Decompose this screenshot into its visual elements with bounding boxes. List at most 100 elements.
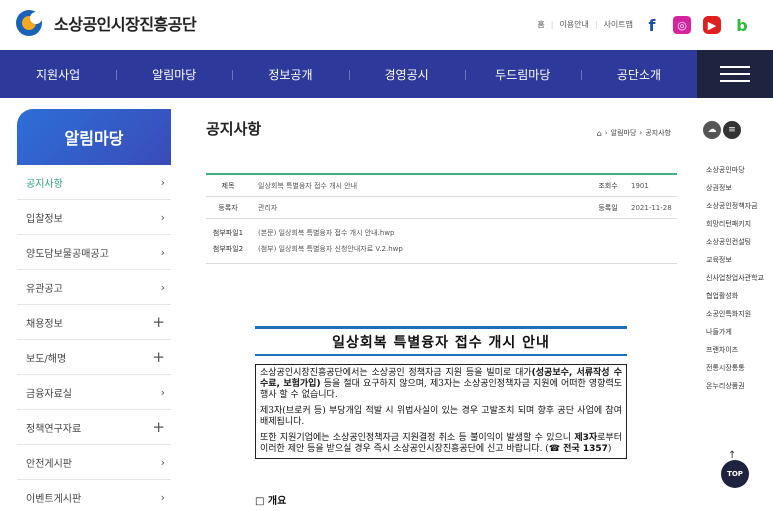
quick-menu-item[interactable]: 온누리상품권 — [706, 382, 773, 391]
instagram-icon[interactable]: ◎ — [673, 16, 691, 34]
menu-icon[interactable] — [697, 50, 773, 98]
chevron-right-icon: › — [160, 280, 165, 294]
chevron-right-icon: › — [160, 455, 165, 469]
quick-menu-item[interactable]: 프랜차이즈 — [706, 346, 773, 355]
quick-menu-item[interactable]: 상권정보 — [706, 184, 773, 193]
quick-menu-item[interactable]: 소공인특화지원 — [706, 310, 773, 319]
post-author: 관리자 — [258, 203, 278, 212]
plus-icon: + — [152, 348, 165, 366]
side-menu-item-label: 채용정보 — [26, 318, 63, 330]
side-menu-item-bid[interactable]: 입찰정보 › — [17, 200, 171, 235]
phone-number: ☎ 전국 1357 — [548, 444, 608, 454]
notice-body: 일상회복 특별융자 접수 개시 안내 소상공인시장진흥공단에서는 소상공인 정책… — [255, 326, 627, 459]
chevron-right-icon: › — [160, 490, 165, 504]
side-menu-item-finance[interactable]: 금융자료실 › — [17, 375, 171, 410]
side-menu-item-label: 양도담보물공매공고 — [26, 248, 109, 260]
plus-icon: + — [152, 418, 165, 436]
util-link-home[interactable]: 홈 — [537, 19, 544, 30]
chevron-right-icon: › — [160, 245, 165, 259]
post-title: 일상회복 특별융자 접수 개시 안내 — [258, 181, 358, 190]
attachments: 첨부파일1 (본문) 일상회복 특별융자 접수 개시 안내.hwp 첨부파일2 … — [206, 219, 677, 264]
nav-item-disclosure[interactable]: 정보공개 — [232, 50, 348, 98]
attachment-row: 첨부파일1 (본문) 일상회복 특별융자 접수 개시 안내.hwp — [206, 225, 677, 241]
facebook-icon[interactable]: f — [643, 16, 661, 35]
side-menu-item-label: 유관공고 — [26, 283, 63, 295]
attachment-label: 첨부파일2 — [212, 245, 244, 253]
quick-menu-header: ☁ ≡ — [697, 116, 773, 144]
side-menu-item-label: 금융자료실 — [26, 388, 72, 400]
title-label: 제목 — [221, 181, 235, 190]
side-menu-item-label: 보도/해명 — [26, 353, 67, 365]
quick-menu-list: 소상공인마당 상권정보 소상공인정책자금 희망리턴패키지 소상공인컨설팅 교육정… — [697, 166, 773, 391]
nav-item-notice[interactable]: 알림마당 — [116, 50, 232, 98]
nav-item-support[interactable]: 지원사업 — [0, 50, 116, 98]
attachment-row: 첨부파일2 (첨부) 일상회복 특별융자 신청안내자료 V.2.hwp — [206, 241, 677, 257]
top-header: 소상공인시장진흥공단 홈 | 이용안내 | 사이트맵 f ◎ ▶ b — [0, 0, 773, 50]
side-menu-item-label: 공지사항 — [26, 178, 63, 190]
quick-menu-item[interactable]: 소상공인마당 — [706, 166, 773, 175]
attachment-link[interactable]: (첨부) 일상회복 특별융자 신청안내자료 V.2.hwp — [250, 244, 403, 254]
notice-text: 소상공인시장진흥공단에서는 소상공인 정책자금 지원 등을 빌미로 대가 — [260, 368, 532, 378]
scroll-top-button[interactable]: TOP — [721, 460, 749, 488]
quick-menu-item[interactable]: 전통시장통통 — [706, 364, 773, 373]
side-menu: 알림마당 공지사항 › 입찰정보 › 양도담보물공매공고 › 유관공고 › 채용정보 + … — [17, 109, 171, 511]
chevron-right-icon: › — [160, 385, 165, 399]
notice-text: 제3자(브로커 등) 부당개입 적발 시 위법사실이 있는 경우 고발조치 되며… — [260, 406, 622, 427]
side-menu-item-notice[interactable]: 공지사항 › — [17, 165, 171, 200]
post-date: 2021-11-28 — [631, 203, 672, 212]
side-menu-item-press[interactable]: 보도/해명 + — [17, 340, 171, 375]
notice-text: 또한 지원기업에는 소상공인정책자금 지원결정 취소 등 불이익이 발생할 수 … — [260, 433, 575, 443]
chat-icon[interactable]: ≡ — [723, 121, 741, 139]
quick-menu-item[interactable]: 소상공인컨설팅 — [706, 238, 773, 247]
author-label: 등록자 — [218, 203, 238, 212]
side-menu-item-safety[interactable]: 안전게시판 › — [17, 445, 171, 480]
breadcrumb-item[interactable]: 알림마당 — [611, 128, 637, 138]
notice-title: 일상회복 특별융자 접수 개시 안내 — [255, 326, 627, 356]
attachment-link[interactable]: (본문) 일상회복 특별융자 접수 개시 안내.hwp — [250, 228, 394, 238]
quick-menu-item[interactable]: 희망리턴패키지 — [706, 220, 773, 229]
side-menu-item-label: 정책연구자료 — [26, 423, 82, 435]
side-menu-item-event[interactable]: 이벤트게시판 › — [17, 480, 171, 511]
util-link-guide[interactable]: 이용안내 — [559, 19, 588, 30]
sns-links: f ◎ ▶ b — [643, 16, 751, 35]
views-count: 1901 — [631, 181, 649, 190]
attachment-label: 첨부파일1 — [212, 229, 244, 237]
side-menu-item-label: 입찰정보 — [26, 213, 63, 225]
side-menu-item-label: 이벤트게시판 — [26, 493, 82, 505]
cloud-icon[interactable]: ☁ — [703, 121, 721, 139]
side-menu-item-recruit[interactable]: 채용정보 + — [17, 305, 171, 340]
logo-icon — [16, 10, 46, 36]
blog-icon[interactable]: b — [733, 16, 751, 35]
notice-text-bold: 제3자 — [574, 433, 598, 443]
side-menu-item-auction[interactable]: 양도담보물공매공고 › — [17, 235, 171, 270]
overview-heading: □ 개요 — [255, 496, 287, 507]
youtube-icon[interactable]: ▶ — [703, 16, 721, 34]
plus-icon: + — [152, 313, 165, 331]
breadcrumb-item[interactable]: 공지사항 — [645, 128, 671, 138]
quick-menu-item[interactable]: 신사업창업사관학교 — [706, 274, 773, 283]
chevron-right-icon: › — [160, 210, 165, 224]
utility-links: 홈 | 이용안내 | 사이트맵 — [537, 19, 633, 30]
side-menu-item-research[interactable]: 정책연구자료 + — [17, 410, 171, 445]
side-menu-item-label: 안전게시판 — [26, 458, 72, 470]
quick-menu-item[interactable]: 소상공인정책자금 — [706, 202, 773, 211]
nav-item-management[interactable]: 경영공시 — [348, 50, 465, 98]
main-navigation: 지원사업 알림마당 정보공개 경영공시 두드림마당 공단소개 — [0, 50, 773, 98]
quick-menu-item[interactable]: 협업활성화 — [706, 292, 773, 301]
quick-menu-item[interactable]: 교육정보 — [706, 256, 773, 265]
logo-text: 소상공인시장진흥공단 — [54, 15, 197, 34]
site-logo[interactable]: 소상공인시장진흥공단 — [16, 10, 197, 36]
util-link-sitemap[interactable]: 사이트맵 — [604, 19, 633, 30]
nav-item-dodream[interactable]: 두드림마당 — [464, 50, 581, 98]
home-icon[interactable]: ⌂ — [597, 129, 602, 138]
main-content: 공지사항 ⌂ › 알림마당 › 공지사항 제목 일상회복 특별융자 접수 개시 … — [206, 118, 677, 264]
side-menu-title: 알림마당 — [17, 109, 171, 165]
side-menu-item-related[interactable]: 유관공고 › — [17, 270, 171, 305]
post-view-table: 제목 일상회복 특별융자 접수 개시 안내 조회수 1901 등록자 관리자 등… — [206, 173, 677, 264]
breadcrumb: ⌂ › 알림마당 › 공지사항 — [596, 128, 671, 138]
quick-menu-item[interactable]: 나들가게 — [706, 328, 773, 337]
nav-item-about[interactable]: 공단소개 — [580, 50, 697, 98]
table-row: 등록자 관리자 등록일 2021-11-28 — [206, 197, 677, 219]
views-label: 조회수 — [598, 181, 618, 190]
quick-menu: ☁ ≡ 소상공인마당 상권정보 소상공인정책자금 희망리턴패키지 소상공인컨설팅… — [697, 116, 773, 400]
